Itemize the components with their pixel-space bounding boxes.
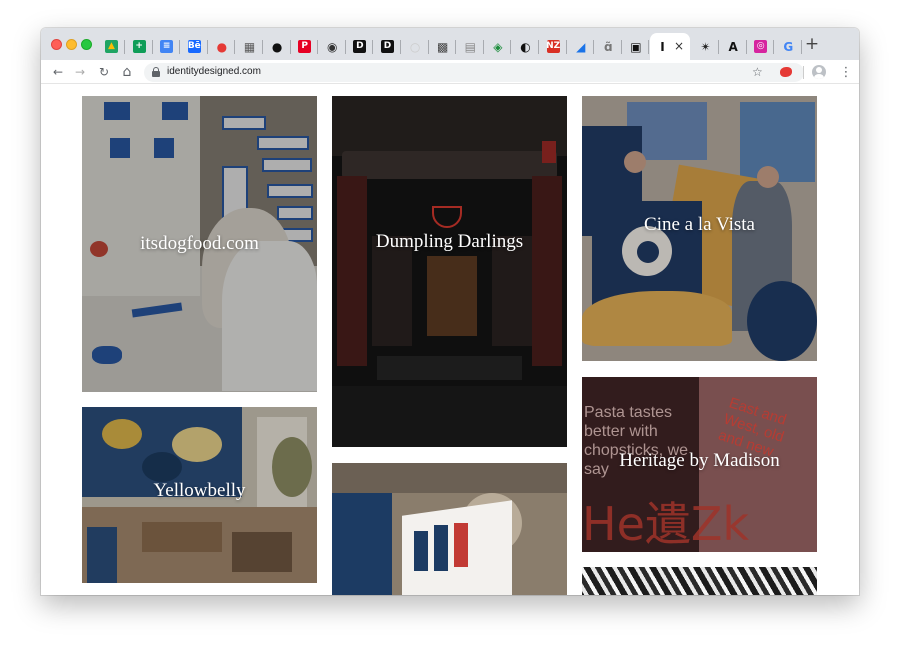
project-title[interactable]: Yellowbelly: [145, 480, 253, 502]
browser-tab[interactable]: ◉: [319, 33, 346, 60]
spiral-icon: ◐: [520, 39, 531, 54]
back-button[interactable]: ←: [49, 63, 67, 81]
pixel-grid-icon: ▦: [243, 39, 256, 54]
project-title[interactable]: Heritage by Madison: [611, 450, 787, 472]
project-title[interactable]: Dumpling Darlings: [368, 231, 531, 253]
project-title[interactable]: Cine a la Vista: [636, 214, 763, 236]
project-card-itsdogfood[interactable]: itsdogfood.com: [82, 96, 317, 392]
badge-circle-icon: ◉: [327, 39, 338, 54]
browser-tab[interactable]: Bē: [181, 33, 208, 60]
browser-tab[interactable]: D: [346, 33, 374, 60]
browser-tab[interactable]: ▣: [622, 33, 650, 60]
gray-grid-icon: ▤: [464, 39, 476, 54]
google-sheets-icon: +: [132, 40, 146, 53]
profile-avatar[interactable]: [812, 65, 826, 79]
bike-icon: ɑ̃: [604, 39, 613, 54]
google-drive-icon: ▲: [105, 40, 118, 53]
browser-tab[interactable]: A: [720, 33, 747, 60]
project-title[interactable]: itsdogfood.com: [132, 233, 267, 255]
tab-active[interactable]: I ×: [650, 33, 690, 60]
pinterest-icon: P: [298, 40, 312, 53]
square-frame-icon: ▣: [630, 39, 642, 54]
toolbar-divider: [803, 66, 804, 79]
project-card-dumpling-darlings[interactable]: Dumpling Darlings: [332, 96, 567, 447]
project-card-heritage-by-madison[interactable]: Pasta tastes better with chopsticks, we …: [582, 377, 817, 552]
project-card-pattern[interactable]: [582, 567, 817, 595]
lock-icon: [152, 67, 160, 77]
browser-toolbar: ← → ↻ ⌂ identitydesigned.com ☆ ⋮: [41, 60, 859, 84]
blue-triangle-icon: ◢: [576, 39, 586, 54]
sketch-figure-icon: ✴: [700, 39, 711, 54]
red-circle-icon: ●: [216, 39, 228, 54]
blank-page-icon: ○: [409, 39, 421, 54]
project-card-cine-a-la-vista[interactable]: Cine a la Vista: [582, 96, 817, 361]
browser-tab[interactable]: ɑ̃: [595, 33, 622, 60]
extension-icon[interactable]: [780, 67, 792, 77]
grid-pattern-icon: ▩: [437, 39, 449, 54]
close-window-button[interactable]: [51, 39, 62, 50]
tab-strip: ▲ + ≡ Bē ● ▦ ● P ◉ D D ○ ▩ ▤ ◈ ◐ NZ ◢ ɑ̃ ▣ I × ✴ A ◎ G +: [41, 28, 859, 60]
maximize-window-button[interactable]: [81, 39, 92, 50]
browser-window: ▲ + ≡ Bē ● ▦ ● P ◉ D D ○ ▩ ▤ ◈ ◐ NZ ◢ ɑ̃ ▣ I × ✴ A ◎ G + ← → ↻ ⌂ …: [41, 28, 859, 595]
browser-tab[interactable]: ▩: [429, 33, 457, 60]
bookmark-star-icon[interactable]: ☆: [752, 65, 763, 79]
browser-tab[interactable]: D: [374, 33, 401, 60]
reload-button[interactable]: ↻: [95, 63, 113, 81]
project-card-yellowbelly[interactable]: Yellowbelly: [82, 407, 317, 583]
browser-tab[interactable]: ○: [402, 33, 429, 60]
close-tab-icon[interactable]: ×: [674, 39, 684, 53]
black-circle-logo-icon: ●: [271, 39, 283, 54]
letter-d-square-icon: D: [353, 40, 367, 53]
browser-tab[interactable]: NZ: [540, 33, 567, 60]
browser-tab[interactable]: +: [126, 33, 153, 60]
identity-designed-icon: I: [660, 39, 665, 54]
browser-tab[interactable]: ≡: [153, 33, 181, 60]
google-icon: G: [783, 39, 794, 54]
browser-menu-button[interactable]: ⋮: [837, 63, 855, 81]
browser-tab[interactable]: ◎: [747, 33, 775, 60]
new-tab-button[interactable]: +: [803, 34, 821, 54]
browser-tab[interactable]: ●: [264, 33, 291, 60]
browser-tab[interactable]: ●: [208, 33, 236, 60]
instagram-icon: ◎: [754, 40, 768, 53]
browser-tab[interactable]: ✴: [692, 33, 719, 60]
minimize-window-button[interactable]: [66, 39, 77, 50]
forward-button[interactable]: →: [71, 63, 89, 81]
browser-tab[interactable]: ◐: [512, 33, 539, 60]
behance-icon: Bē: [187, 40, 201, 53]
browser-tab[interactable]: P: [291, 33, 319, 60]
tab-separator: [800, 40, 802, 54]
url-text[interactable]: identitydesigned.com: [167, 66, 261, 77]
red-label-icon: NZ: [546, 40, 561, 53]
letter-d-circle-icon: D: [381, 40, 394, 53]
browser-tab[interactable]: ▤: [457, 33, 484, 60]
project-card-flag[interactable]: [332, 463, 567, 595]
page-content: itsdogfood.com Dumpling Darlings Cine a …: [41, 84, 859, 595]
google-docs-icon: ≡: [160, 40, 174, 53]
address-bar[interactable]: identitydesigned.com: [144, 63, 804, 82]
browser-tab[interactable]: ◢: [567, 33, 595, 60]
browser-tab[interactable]: ◈: [484, 33, 512, 60]
browser-tab[interactable]: G: [775, 33, 802, 60]
a-logo-icon: A: [728, 39, 738, 54]
browser-tab[interactable]: ▦: [236, 33, 263, 60]
green-diamond-icon: ◈: [493, 39, 503, 54]
browser-tab[interactable]: ▲: [98, 33, 125, 60]
home-button[interactable]: ⌂: [118, 63, 136, 81]
